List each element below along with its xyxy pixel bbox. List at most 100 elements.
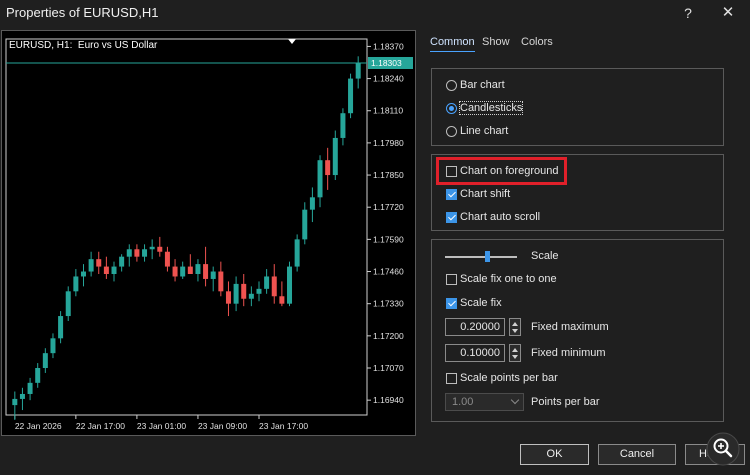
candle-body xyxy=(294,239,300,267)
candle-body xyxy=(149,246,155,250)
candle-body xyxy=(279,296,285,304)
fixed-maximum-label: Fixed maximum xyxy=(531,321,609,333)
scale-fix-checkbox[interactable] xyxy=(446,298,457,309)
price-tick-label: 1.18110 xyxy=(373,106,403,116)
points-per-bar-select[interactable]: 1.00 xyxy=(445,393,524,411)
points-per-bar-value: 1.00 xyxy=(452,396,474,408)
tab-common[interactable]: Common xyxy=(430,36,475,52)
candle-body xyxy=(241,283,247,299)
zoom-icon[interactable] xyxy=(706,432,740,466)
candle-body xyxy=(50,338,56,354)
spin-up-icon xyxy=(512,348,518,352)
candle-body xyxy=(35,368,41,383)
chart-shift-checkbox[interactable] xyxy=(446,189,457,200)
close-icon[interactable]: ✕ xyxy=(718,3,738,23)
candle-body xyxy=(203,264,209,279)
candle-body xyxy=(264,276,270,289)
candle-body xyxy=(271,276,277,297)
spin-down-icon xyxy=(512,355,518,359)
chart-canvas: 1.18370 1.18240 1.18110 1.17980 1.17850 1.177… xyxy=(5,38,413,431)
candle-body xyxy=(302,209,308,240)
candle-body xyxy=(96,259,102,267)
time-tick-label: 22 Jan 2026 xyxy=(15,421,62,431)
candle-body xyxy=(187,266,193,274)
plot-frame xyxy=(5,38,368,416)
annotation-highlight-box xyxy=(436,157,567,185)
chevron-down-icon xyxy=(510,395,520,405)
fixed-maximum-input[interactable]: 0.20000 xyxy=(445,318,505,336)
current-price-label: 1.18303 xyxy=(371,58,402,68)
candle-body xyxy=(225,291,231,304)
price-tick-label: 1.18240 xyxy=(373,74,404,84)
title-bar: Properties of EURUSD,H1 ? ✕ xyxy=(0,0,750,26)
price-tick-label: 1.17200 xyxy=(373,331,404,341)
chart-auto-scroll-checkbox[interactable] xyxy=(446,212,457,223)
candle-body xyxy=(111,266,117,274)
scale-slider-thumb[interactable] xyxy=(485,251,490,262)
line-chart-label: Line chart xyxy=(460,125,509,137)
price-tick-label: 1.16940 xyxy=(373,395,404,405)
candle-body xyxy=(12,398,18,406)
fixed-maximum-spinner[interactable] xyxy=(509,318,521,336)
candle-body xyxy=(65,291,71,317)
candle-body xyxy=(80,271,86,277)
fixed-minimum-input[interactable]: 0.10000 xyxy=(445,344,505,362)
price-tick-label: 1.17330 xyxy=(373,299,404,309)
candle-body xyxy=(119,256,125,267)
candle-body xyxy=(348,78,354,114)
candle-body xyxy=(195,264,201,274)
candle-body xyxy=(218,271,224,292)
chart-auto-scroll-label: Chart auto scroll xyxy=(460,211,541,223)
candle-body xyxy=(88,259,94,272)
price-tick-label: 1.17850 xyxy=(373,170,404,180)
scale-label: Scale xyxy=(531,250,559,262)
candle-body xyxy=(180,266,186,277)
candle-body xyxy=(19,393,25,399)
candle-body xyxy=(27,382,33,394)
time-tick-label: 23 Jan 09:00 xyxy=(198,421,247,431)
price-tick-label: 1.18370 xyxy=(373,41,404,51)
candle-body xyxy=(58,316,64,339)
fixed-minimum-spinner[interactable] xyxy=(509,344,521,362)
candle-body xyxy=(134,249,140,257)
candle-body xyxy=(340,113,346,138)
scale-slider[interactable] xyxy=(445,256,517,258)
scale-points-per-bar-label: Scale points per bar xyxy=(460,372,558,384)
time-tick-label: 22 Jan 17:00 xyxy=(76,421,125,431)
candle-body xyxy=(248,293,254,299)
scale-fix-one-to-one-label: Scale fix one to one xyxy=(460,273,557,285)
scale-points-per-bar-checkbox[interactable] xyxy=(446,373,457,384)
scale-fix-one-to-one-checkbox[interactable] xyxy=(446,274,457,285)
price-tick-label: 1.17070 xyxy=(373,363,404,373)
line-chart-radio[interactable] xyxy=(446,126,457,137)
tab-colors[interactable]: Colors xyxy=(521,36,553,48)
chart-preview: 1.18370 1.18240 1.18110 1.17980 1.17850 1.177… xyxy=(1,30,416,436)
candle-body xyxy=(103,266,109,274)
price-tick-label: 1.17980 xyxy=(373,138,404,148)
window-title: Properties of EURUSD,H1 xyxy=(6,5,159,20)
candle-body xyxy=(332,137,338,176)
candle-body xyxy=(325,160,331,176)
candlesticks-radio[interactable] xyxy=(446,103,457,114)
tab-show[interactable]: Show xyxy=(482,36,510,48)
candle-body xyxy=(309,197,315,210)
ok-button[interactable]: OK xyxy=(520,444,589,465)
candle-body xyxy=(172,266,178,277)
spin-down-icon xyxy=(512,329,518,333)
candle-body xyxy=(142,249,148,257)
fixed-minimum-label: Fixed minimum xyxy=(531,347,606,359)
candle-body xyxy=(164,251,170,267)
candle-body xyxy=(317,160,323,198)
candle-body xyxy=(126,249,132,257)
chart-shift-marker xyxy=(288,39,296,44)
cancel-button[interactable]: Cancel xyxy=(598,444,676,465)
chart-title: EURUSD, H1: Euro vs US Dollar xyxy=(9,40,158,51)
help-icon[interactable]: ? xyxy=(678,3,698,23)
candle-body xyxy=(233,283,239,304)
candle-body xyxy=(256,288,262,294)
price-tick-label: 1.17720 xyxy=(373,202,404,212)
spin-up-icon xyxy=(512,322,518,326)
candle-body xyxy=(42,353,48,368)
bar-chart-radio[interactable] xyxy=(446,80,457,91)
scale-fix-label: Scale fix xyxy=(460,297,502,309)
